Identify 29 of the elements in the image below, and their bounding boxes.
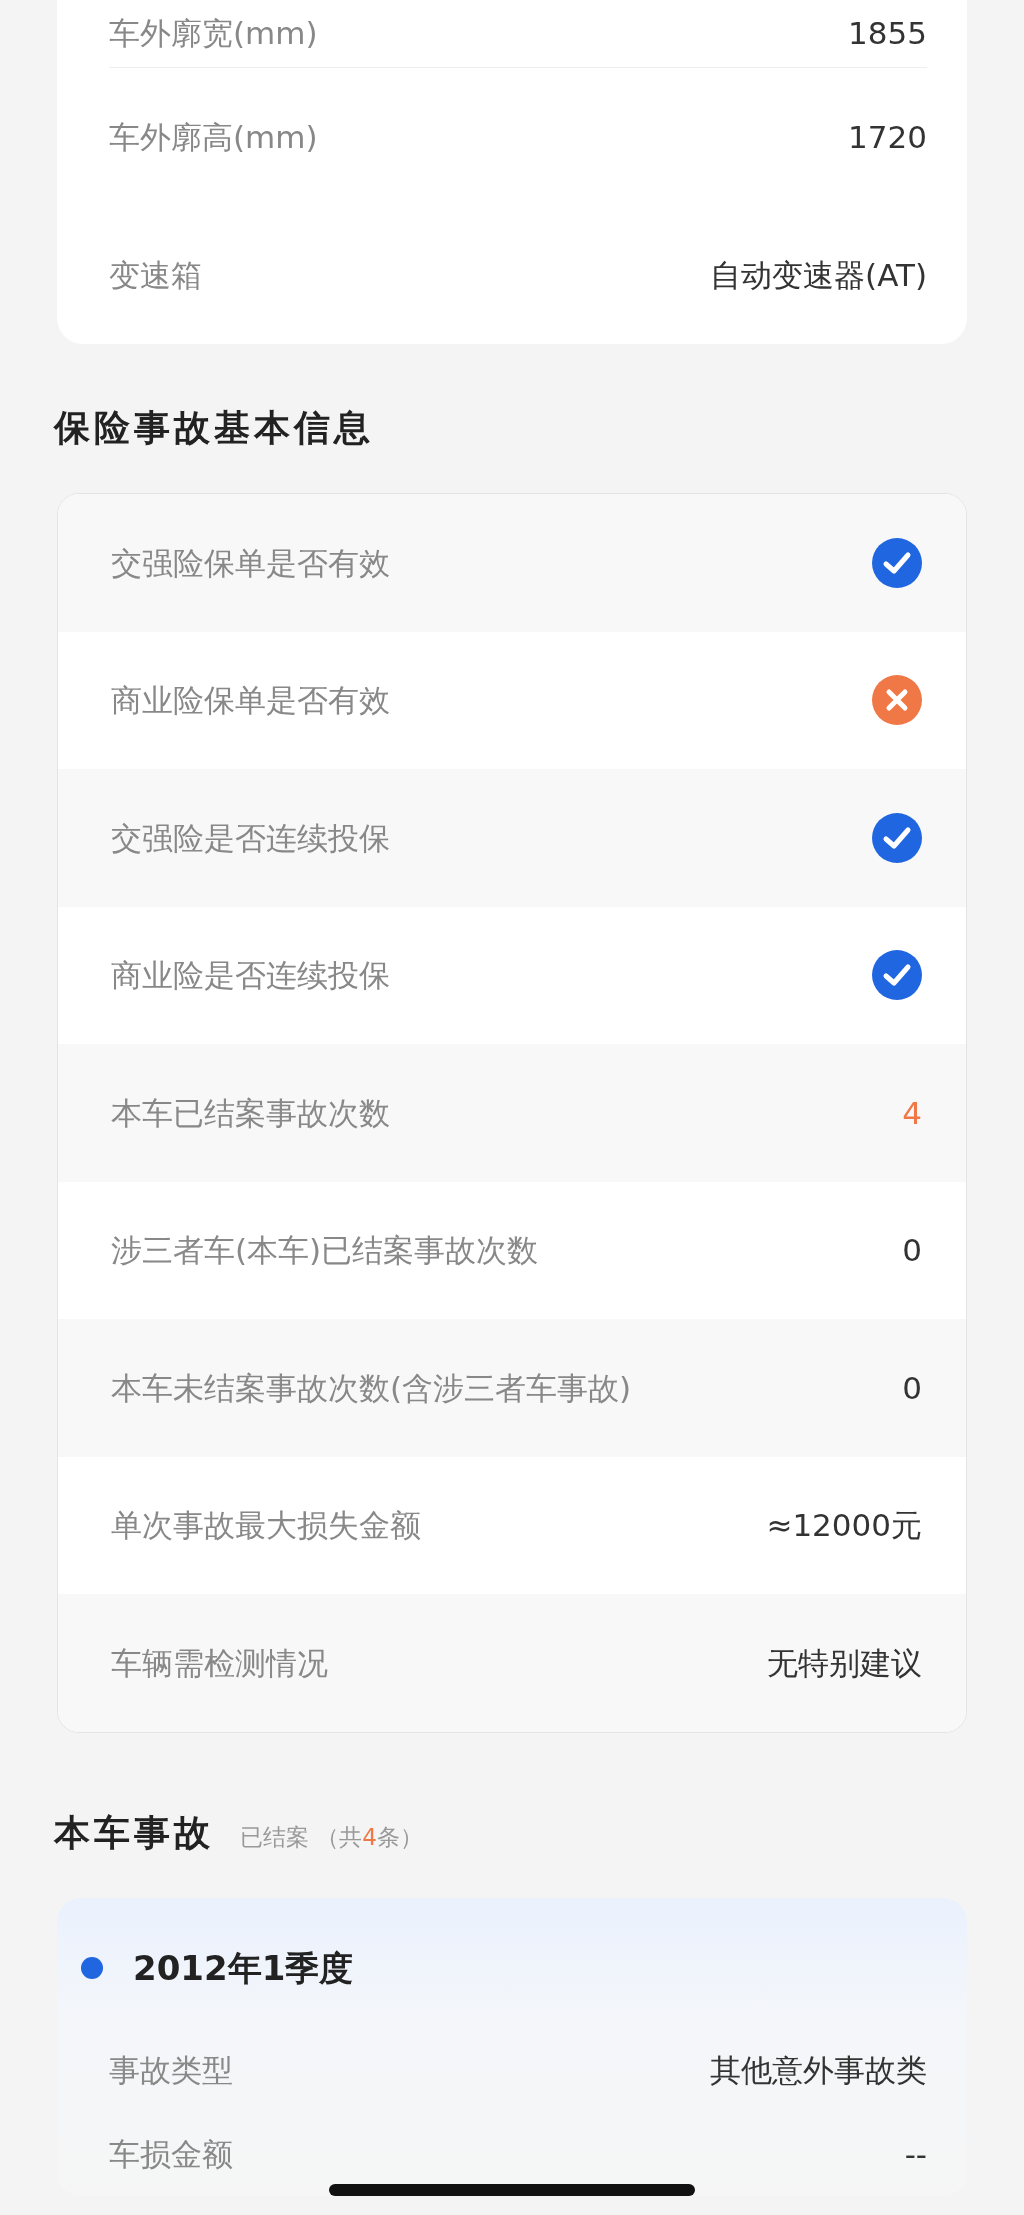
bullet-dot — [81, 1957, 103, 1980]
row-label: 交强险是否连续投保 — [111, 818, 390, 858]
section-subtitle: 已结案 （共4条） — [240, 1822, 423, 1852]
spec-label: 车外廓宽(mm) — [109, 14, 318, 54]
row-label: 商业险保单是否有效 — [111, 681, 390, 721]
section-title: 本车事故 — [54, 1810, 214, 1854]
row-label: 车损金额 — [109, 2134, 233, 2174]
row-value: 0 — [902, 1231, 922, 1271]
spec-value: 自动变速器(AT) — [710, 255, 927, 295]
row-label: 涉三者车(本车)已结案事故次数 — [111, 1231, 539, 1271]
row-label: 商业险是否连续投保 — [111, 956, 390, 996]
row-label: 交强险保单是否有效 — [111, 543, 390, 583]
row-label: 本车未结案事故次数(含涉三者车事故) — [111, 1368, 632, 1408]
section-title: 保险事故基本信息 — [54, 406, 374, 450]
row-value: -- — [904, 2134, 927, 2174]
spec-value: 1720 — [848, 117, 927, 157]
row-value: 0 — [902, 1368, 922, 1408]
spec-label: 车外廓高(mm) — [109, 117, 318, 157]
row-value: ≈12000元 — [766, 1506, 922, 1546]
row-value: 其他意外事故类 — [710, 2050, 927, 2090]
row-label: 事故类型 — [109, 2050, 233, 2090]
row-label: 车辆需检测情况 — [111, 1643, 328, 1683]
spec-label: 变速箱 — [109, 255, 202, 295]
row-label: 单次事故最大损失金额 — [111, 1506, 421, 1546]
row-value: 4 — [902, 1093, 922, 1133]
spec-value: 1855 — [848, 14, 927, 54]
row-value: 无特别建议 — [767, 1643, 922, 1683]
period-title: 2012年1季度 — [133, 1946, 354, 1990]
row-label: 本车已结案事故次数 — [111, 1093, 390, 1133]
